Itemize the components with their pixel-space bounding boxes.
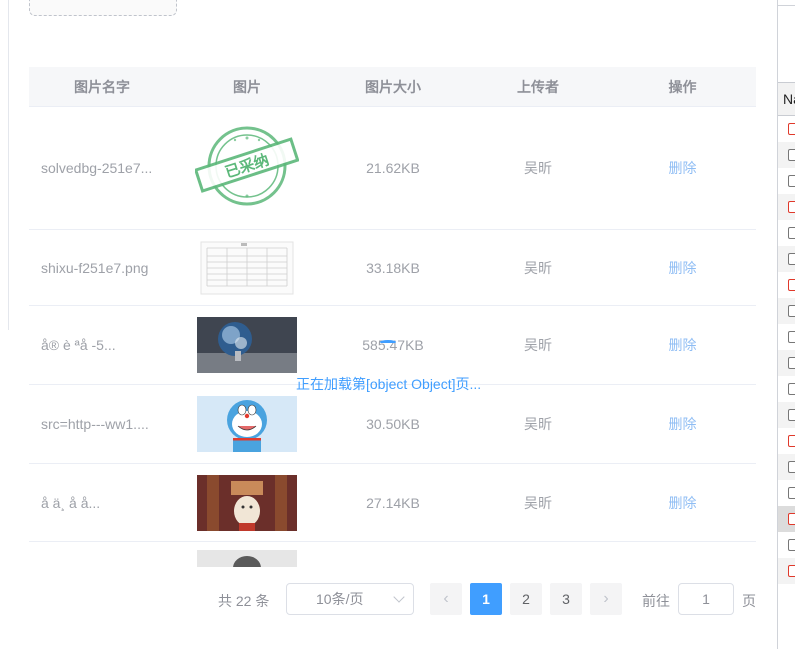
table-row: solvedbg-251e7... 已采纳 21.62KB 吴昕 删除 [29,107,756,230]
checkbox[interactable] [788,149,795,161]
cartoon-figure-image [197,474,297,531]
side-panel-row[interactable] [778,454,795,480]
checkbox[interactable] [788,383,795,395]
total-count: 共 22 条 [218,593,270,609]
side-panel-row[interactable] [778,246,795,272]
delete-link[interactable]: 删除 [669,158,697,178]
image-size-cell: 33.18KB [366,259,420,276]
checkbox[interactable] [788,487,795,499]
upload-area[interactable] [29,0,177,16]
table-row: src=http---ww1.... 30.50KB 吴昕 删除 [29,385,756,464]
table-header: 图片名字 图片 图片大小 上传者 操作 [29,67,756,107]
header-image: 图片 [233,78,261,95]
side-panel-row[interactable] [778,324,795,350]
side-panel-row[interactable] [778,350,795,376]
checkbox[interactable] [788,409,795,421]
side-panel-row[interactable] [778,480,795,506]
side-panel-row[interactable] [778,194,795,220]
goto-page-input[interactable]: 1 [678,583,734,615]
checkbox[interactable] [788,175,795,187]
checkbox[interactable] [788,279,795,291]
side-panel-row[interactable] [778,506,795,532]
checkbox[interactable] [788,123,795,135]
stamp-image: 已采纳 [195,126,299,210]
header-actions: 操作 [668,78,697,95]
image-size-cell: 585.47KB [362,337,424,353]
checkbox[interactable] [788,539,795,551]
side-panel-top-rule [778,0,795,6]
goto-label: 前往 [642,593,670,609]
side-panel-row[interactable] [778,558,795,584]
page-button-1[interactable]: 1 [470,583,502,615]
loading-text: 正在加载第[object Object]页... [296,376,482,392]
side-panel-row[interactable] [778,376,795,402]
delete-link[interactable]: 删除 [669,414,697,434]
checkbox[interactable] [788,305,795,317]
checkbox[interactable] [788,331,795,343]
side-panel-row[interactable] [778,142,795,168]
table-row: å ä¸ å å... 27.14KB 吴昕 删除 [29,464,756,542]
side-panel: Na [777,0,795,649]
image-name-cell: solvedbg-251e7... [41,160,153,176]
image-size-cell: 21.62KB [366,160,420,176]
header-image-name: 图片名字 [74,78,130,95]
delete-link[interactable]: 删除 [669,335,697,355]
table-row [29,542,756,567]
page-size-value: 10条/页 [316,591,364,607]
uploader-cell: 吴昕 [524,160,552,176]
checkbox[interactable] [788,513,795,525]
image-size-cell: 27.14KB [366,494,420,511]
page-button-3[interactable]: 3 [550,583,582,615]
table-row: shixu-f251e7.png 33.18KB 吴昕 删除 [29,230,756,306]
uploader-cell: 吴昕 [524,337,552,353]
checkbox[interactable] [788,357,795,369]
checkbox[interactable] [788,461,795,473]
uploader-cell: 吴昕 [524,259,552,276]
image-name-cell: src=http---ww1.... [41,416,149,432]
uploader-cell: 吴昕 [524,416,552,432]
side-panel-row[interactable] [778,116,795,142]
delete-link[interactable]: 删除 [669,493,697,513]
prev-page-button[interactable]: ‹ [430,583,462,615]
image-table: 图片名字 图片 图片大小 上传者 操作 solvedbg-251e7... 已采… [29,67,756,567]
image-name-cell: å ä¸ å å... [41,494,101,511]
side-panel-row[interactable] [778,428,795,454]
side-panel-header: Na [778,82,795,116]
side-panel-row[interactable] [778,272,795,298]
side-panel-row[interactable] [778,532,795,558]
page-button-2[interactable]: 2 [510,583,542,615]
checkbox[interactable] [788,253,795,265]
checkbox[interactable] [788,201,795,213]
image-size-cell: 30.50KB [366,416,420,432]
document-image [197,239,297,296]
earth-moon-image [197,317,297,373]
side-panel-row[interactable] [778,298,795,324]
pagination: 共 22 条 10条/页 ‹ 1 2 3 › 前往 1 页 [0,583,795,615]
image-name-cell: shixu-f251e7.png [41,259,149,276]
doraemon-image [197,396,297,452]
page-size-select[interactable]: 10条/页 [286,583,414,615]
next-page-button[interactable]: › [590,583,622,615]
side-panel-row[interactable] [778,402,795,428]
checkbox[interactable] [788,435,795,447]
loading-spinner-icon [380,340,396,344]
uploader-cell: 吴昕 [524,494,552,511]
left-divider [8,0,9,330]
checkbox[interactable] [788,227,795,239]
side-panel-row[interactable] [778,220,795,246]
image-name-cell: å® è ªå -5... [41,337,116,353]
side-panel-row[interactable] [778,168,795,194]
header-image-size: 图片大小 [365,78,421,95]
page-suffix: 页 [742,593,756,609]
header-uploader: 上传者 [517,78,559,95]
portrait-image [197,550,297,567]
checkbox[interactable] [788,565,795,577]
delete-link[interactable]: 删除 [669,258,697,278]
chevron-down-icon [393,591,405,603]
